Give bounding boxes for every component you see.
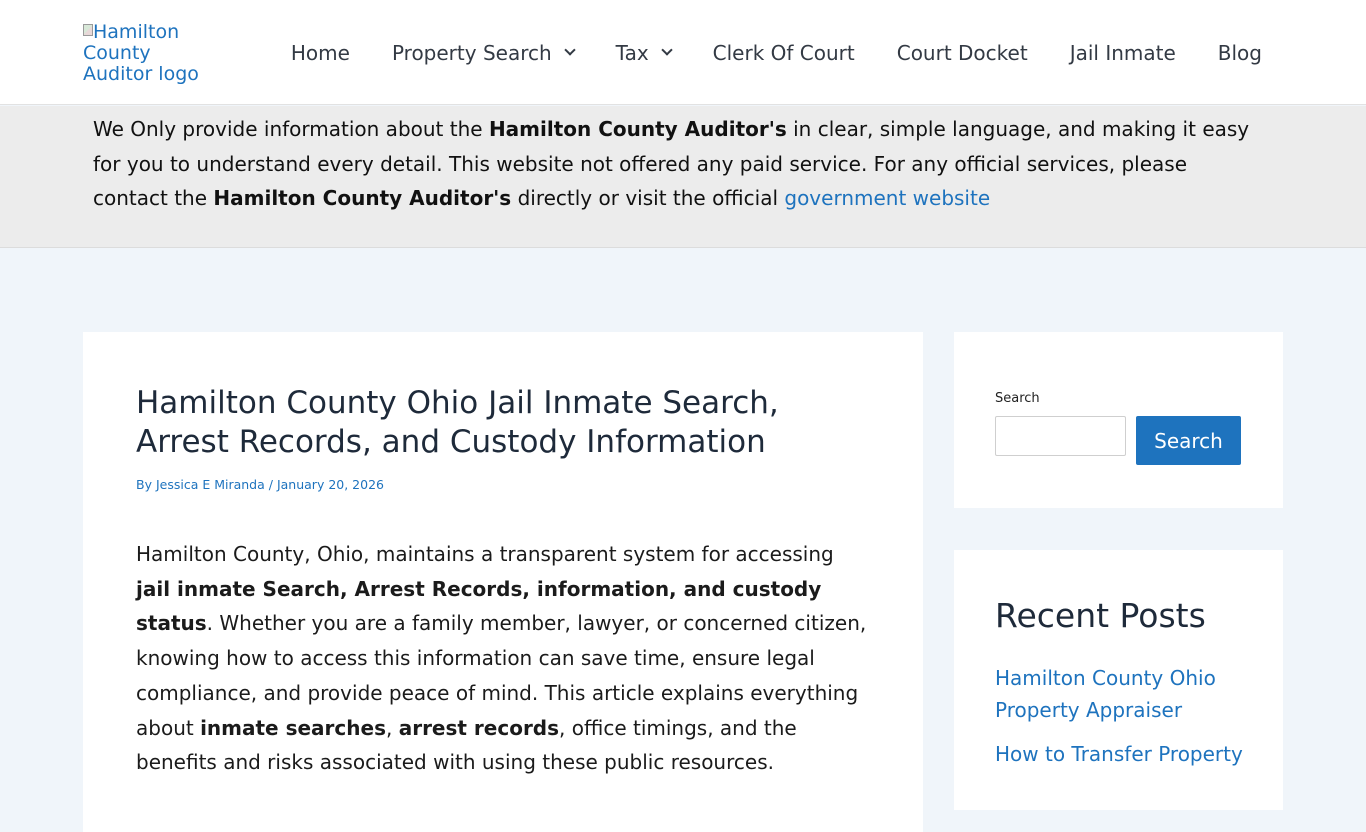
chevron-down-icon — [563, 44, 576, 56]
disclaimer-text: We Only provide information about the Ha… — [93, 112, 1253, 216]
article-title: Hamilton County Ohio Jail Inmate Search,… — [136, 385, 779, 460]
recent-post-link[interactable]: How to Transfer Property — [995, 738, 1255, 770]
search-button[interactable]: Search — [1136, 416, 1241, 465]
intro-segment: Hamilton County, Ohio, maintains a trans… — [136, 542, 834, 566]
nav-label: Home — [290, 40, 350, 65]
nav-court-docket[interactable]: Court Docket — [897, 41, 1028, 65]
byline-separator: / — [264, 477, 277, 492]
nav-label: Tax — [615, 40, 649, 65]
article-byline: By Jessica E Miranda / January 20, 2026 — [136, 477, 384, 492]
logo-alt-text: Hamilton County Auditor logo — [83, 21, 199, 85]
main-nav: Home Property Search Tax Clerk Of Court … — [291, 0, 1262, 105]
nav-label: Jail Inmate — [1069, 40, 1176, 65]
recent-post-link[interactable]: Hamilton County Ohio Property Appraiser — [995, 662, 1255, 726]
nav-jail-inmate[interactable]: Jail Inmate — [1070, 41, 1176, 65]
disclaimer-segment: We Only provide information about the — [93, 117, 489, 141]
article-card: Hamilton County Ohio Jail Inmate Search,… — [83, 332, 923, 832]
recent-posts-list: Hamilton County Ohio Property Appraiser … — [995, 662, 1255, 782]
nav-property-search[interactable]: Property Search — [391, 40, 576, 65]
nav-home[interactable]: Home — [291, 41, 350, 65]
nav-blog[interactable]: Blog — [1218, 41, 1262, 65]
intro-segment: , — [385, 715, 399, 740]
disclaimer-bold: Hamilton County Auditor's — [488, 117, 787, 141]
author-link[interactable]: Jessica E Miranda — [156, 477, 265, 492]
nav-label: Court Docket — [896, 40, 1028, 65]
nav-label: Property Search — [391, 40, 552, 65]
disclaimer-banner: We Only provide information about the Ha… — [0, 106, 1366, 248]
intro-bold: arrest records — [398, 715, 560, 740]
article-intro: Hamilton County, Ohio, maintains a trans… — [136, 537, 871, 780]
government-website-link[interactable]: government website — [784, 186, 990, 210]
broken-image-icon — [83, 24, 93, 36]
chevron-down-icon — [660, 44, 673, 56]
byline-prefix: By — [136, 477, 156, 492]
nav-clerk-of-court[interactable]: Clerk Of Court — [713, 41, 855, 65]
search-label: Search — [995, 391, 1040, 406]
nav-tax[interactable]: Tax — [615, 40, 673, 65]
search-input[interactable] — [995, 416, 1126, 456]
site-logo[interactable]: Hamilton County Auditor logo — [83, 21, 213, 85]
intro-bold: inmate searches — [200, 715, 386, 740]
site-header: Hamilton County Auditor logo Home Proper… — [0, 0, 1366, 105]
recent-posts-title: Recent Posts — [995, 596, 1206, 635]
nav-label: Clerk Of Court — [712, 40, 855, 65]
recent-posts-widget: Recent Posts Hamilton County Ohio Proper… — [954, 550, 1283, 810]
disclaimer-segment: directly or visit the official — [511, 186, 785, 210]
search-widget: Search Search — [954, 332, 1283, 508]
disclaimer-bold: Hamilton County Auditor's — [213, 186, 512, 210]
post-date: January 20, 2026 — [276, 477, 384, 492]
nav-label: Blog — [1217, 40, 1262, 65]
